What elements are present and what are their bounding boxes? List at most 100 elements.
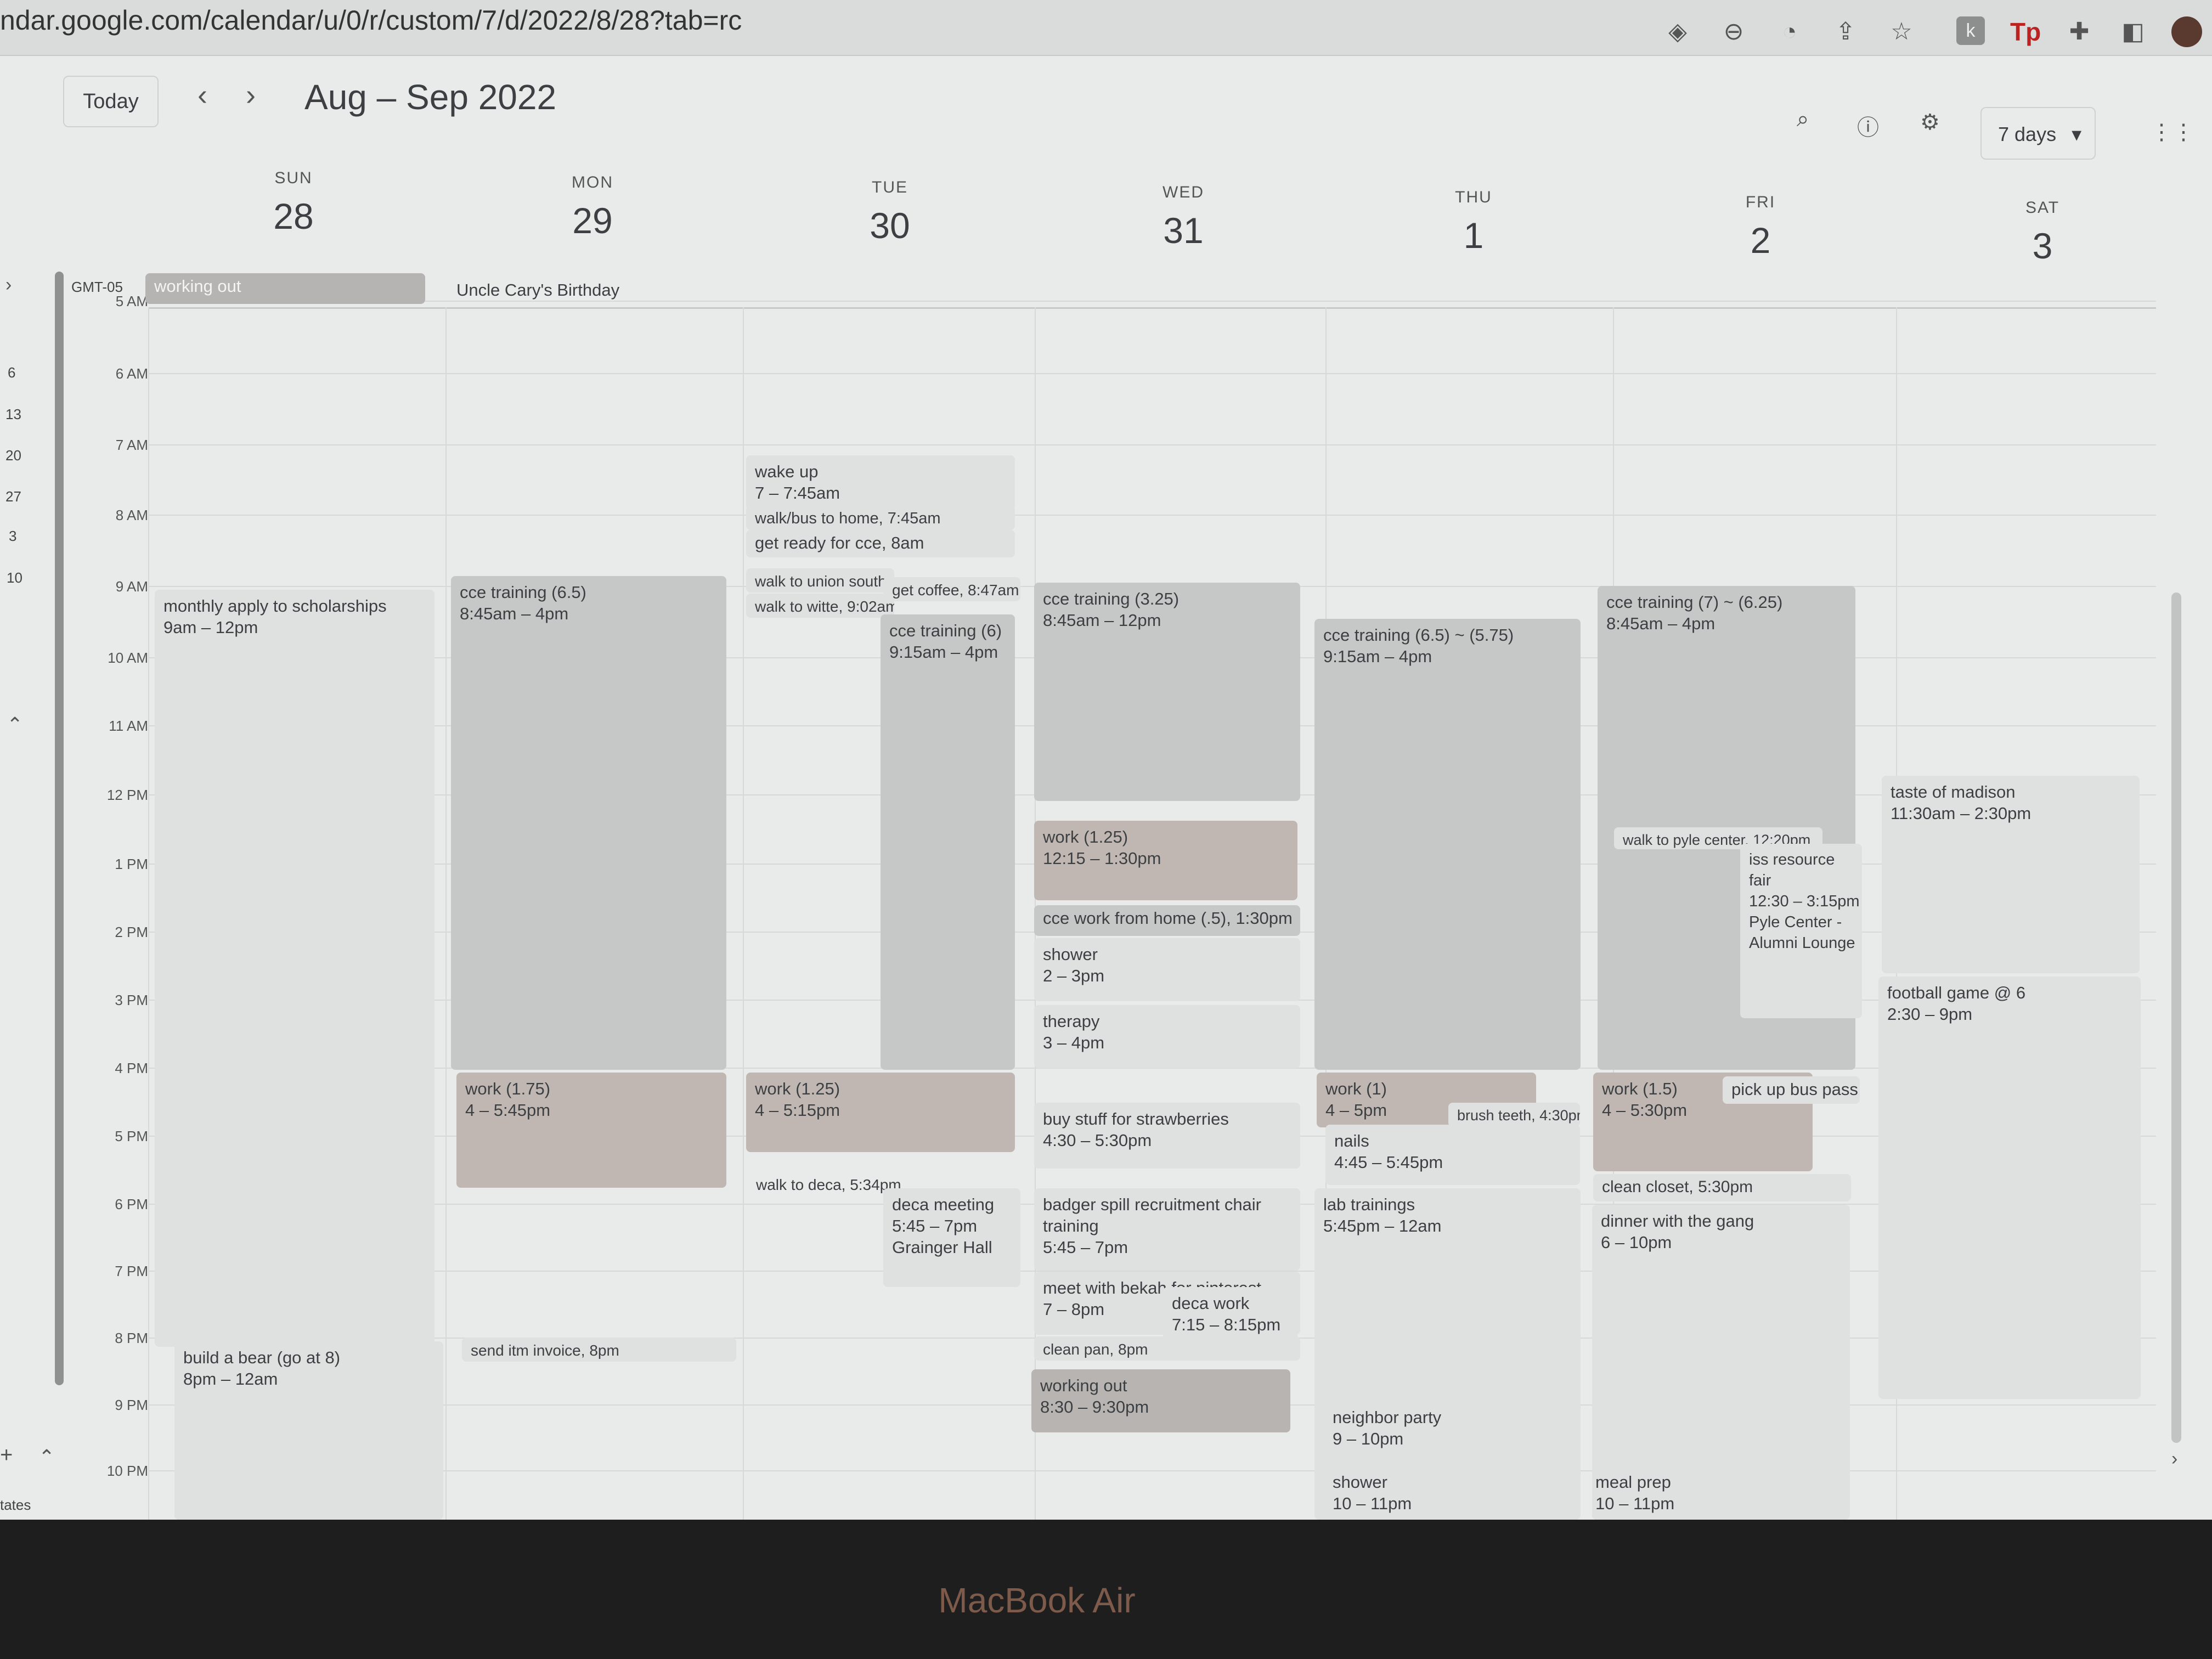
event-title: walk to pyle center,: [1623, 832, 1749, 848]
event-block[interactable]: work (1.25) 12:15 – 1:30pm: [1034, 821, 1297, 900]
event-title: brush teeth,: [1457, 1107, 1536, 1124]
event-time: 4:30pm: [1539, 1107, 1580, 1124]
hour-label: 7 AM: [115, 437, 148, 453]
event-title: buy stuff for strawberries: [1043, 1109, 1229, 1128]
event-block[interactable]: brush teeth, 4:30pm: [1448, 1103, 1580, 1127]
event-title: clean closet,: [1602, 1178, 1694, 1196]
calendar-screen: ndar.google.com/calendar/u/0/r/custom/7/…: [0, 0, 2212, 1520]
event-block[interactable]: get coffee, 8:47am: [883, 577, 1020, 601]
event-block[interactable]: pick up bus pass: [1723, 1076, 1860, 1104]
event-title: cce work from home (.5),: [1043, 909, 1231, 928]
event-time: 8:30 – 9:30pm: [1040, 1397, 1149, 1417]
event-title: walk/bus to home,: [755, 510, 883, 527]
event-time: 4:45 – 5:45pm: [1334, 1153, 1443, 1172]
event-block[interactable]: iss resource fair 12:30 – 3:15pm Pyle Ce…: [1740, 844, 1862, 1018]
event-block[interactable]: badger spill recruitment chair training …: [1034, 1188, 1300, 1271]
event-block[interactable]: build a bear (go at 8) 8pm – 12am: [174, 1341, 443, 1520]
event-block[interactable]: buy stuff for strawberries 4:30 – 5:30pm: [1034, 1103, 1300, 1169]
event-block[interactable]: cce work from home (.5), 1:30pm: [1034, 905, 1300, 936]
hour-label: 4 PM: [115, 1060, 148, 1076]
event-title: iss resource: [1749, 851, 1835, 868]
event-block[interactable]: walk/bus to home, 7:45am: [746, 506, 1015, 530]
event-block[interactable]: therapy 3 – 4pm: [1034, 1005, 1300, 1068]
event-block[interactable]: walk to witte, 9:02am: [746, 594, 894, 618]
event-block[interactable]: send itm invoice, 8pm: [462, 1338, 736, 1362]
event-title-line2: training: [1043, 1216, 1099, 1235]
event-title: deca work: [1172, 1294, 1250, 1313]
event-block[interactable]: taste of madison 11:30am – 2:30pm: [1882, 776, 2140, 973]
event-block[interactable]: cce training (6) 9:15am – 4pm: [881, 614, 1015, 1070]
chevron-right-icon[interactable]: ›: [2171, 1448, 2177, 1470]
hour-gridline: [148, 444, 2156, 445]
hour-label: 11 AM: [109, 718, 148, 734]
event-block[interactable]: get ready for cce, 8am: [746, 530, 1015, 557]
event-title: walk to deca,: [756, 1176, 846, 1193]
event-time: 7:45am: [883, 510, 941, 527]
hour-label: 5 AM: [115, 293, 148, 309]
event-title: work (1): [1325, 1079, 1387, 1098]
event-block[interactable]: working out 8:30 – 9:30pm: [1031, 1369, 1290, 1432]
event-block[interactable]: football game @ 6 2:30 – 9pm: [1878, 977, 2141, 1399]
event-title: build a bear (go at 8): [183, 1348, 341, 1367]
event-block[interactable]: shower 10 – 11pm: [1324, 1466, 1576, 1520]
calendar-scrollbar[interactable]: [2171, 592, 2181, 1443]
event-block[interactable]: walk to union south, 8:40am: [746, 568, 894, 592]
hour-label: 3 PM: [115, 992, 148, 1008]
event-block[interactable]: monthly apply to scholarships 9am – 12pm: [155, 590, 435, 1347]
event-block[interactable]: deca work 7:15 – 8:15pm: [1163, 1287, 1297, 1342]
event-block[interactable]: shower 2 – 3pm: [1034, 938, 1300, 1001]
allday-event[interactable]: Uncle Cary's Birthday: [448, 277, 733, 308]
event-block[interactable]: meal prep 10 – 11pm: [1587, 1466, 1844, 1520]
event-block[interactable]: cce training (6.5) ~ (5.75) 9:15am – 4pm: [1314, 619, 1581, 1070]
event-time: 12:15 – 1:30pm: [1043, 849, 1161, 868]
event-time: 11:30am – 2:30pm: [1891, 804, 2032, 823]
event-time: 8:45am – 12pm: [1043, 611, 1161, 630]
hour-label: 8 PM: [115, 1330, 148, 1346]
event-title: get ready for cce,: [755, 533, 887, 552]
event-block[interactable]: wake up 7 – 7:45am: [746, 455, 1015, 510]
allday-event[interactable]: working out: [145, 273, 425, 304]
laptop-brand-label: MacBook Air: [938, 1581, 1136, 1620]
event-block[interactable]: work (1.75) 4 – 5:45pm: [456, 1073, 726, 1188]
event-time: 8pm: [585, 1342, 619, 1359]
event-time: 7 – 7:45am: [755, 483, 840, 503]
event-block[interactable]: cce training (6.5) 8:45am – 4pm: [451, 576, 726, 1070]
event-block[interactable]: work (1.25) 4 – 5:15pm: [746, 1073, 1015, 1152]
event-block[interactable]: cce training (3.25) 8:45am – 12pm: [1034, 583, 1300, 801]
hour-label: 9 AM: [115, 578, 148, 595]
event-block[interactable]: deca meeting 5:45 – 7pm Grainger Hall: [883, 1188, 1020, 1287]
event-title: walk to union sou: [755, 573, 874, 590]
hour-label: 9 PM: [115, 1397, 148, 1413]
event-title-line2: fair: [1749, 872, 1771, 889]
event-block[interactable]: nails 4:45 – 5:45pm: [1325, 1125, 1580, 1185]
event-title: walk to witte,: [755, 598, 843, 615]
event-title: send itm invoice,: [471, 1342, 585, 1359]
event-title: work (1.25): [1043, 827, 1128, 847]
hour-label: 5 PM: [115, 1128, 148, 1144]
event-time: 5:45pm – 12am: [1323, 1216, 1442, 1235]
event-location-line2: Alumni Lounge: [1749, 934, 1855, 952]
event-time: 2 – 3pm: [1043, 966, 1105, 985]
event-time: 5:30pm: [1693, 1178, 1753, 1196]
event-time: 9:15am – 4pm: [889, 642, 998, 662]
event-time: 8pm – 12am: [183, 1369, 278, 1389]
event-title: lab trainings: [1323, 1195, 1415, 1214]
event-time: 6 – 10pm: [1601, 1233, 1672, 1252]
event-title: working out: [154, 276, 241, 296]
event-title: deca meeting: [892, 1195, 995, 1214]
event-title: cce training (6.5): [460, 583, 586, 602]
event-title: get coffee,: [892, 582, 964, 599]
hour-label: 12 PM: [106, 787, 148, 803]
hour-label: 10 AM: [108, 650, 148, 666]
hour-gridline: [148, 373, 2156, 374]
event-time: 9 – 10pm: [1333, 1429, 1404, 1448]
event-block[interactable]: clean closet, 5:30pm: [1593, 1174, 1851, 1201]
event-time: 5:45 – 7pm: [1043, 1238, 1128, 1257]
event-time: 9am – 12pm: [163, 618, 258, 637]
event-title: taste of madison: [1891, 782, 2016, 802]
event-block[interactable]: neighbor party 9 – 10pm: [1324, 1401, 1576, 1456]
event-title: cce training (3.25): [1043, 589, 1180, 608]
event-title: shower: [1043, 945, 1098, 964]
event-block[interactable]: clean pan, 8pm: [1034, 1336, 1300, 1361]
event-time: 4 – 5:45pm: [465, 1101, 551, 1120]
